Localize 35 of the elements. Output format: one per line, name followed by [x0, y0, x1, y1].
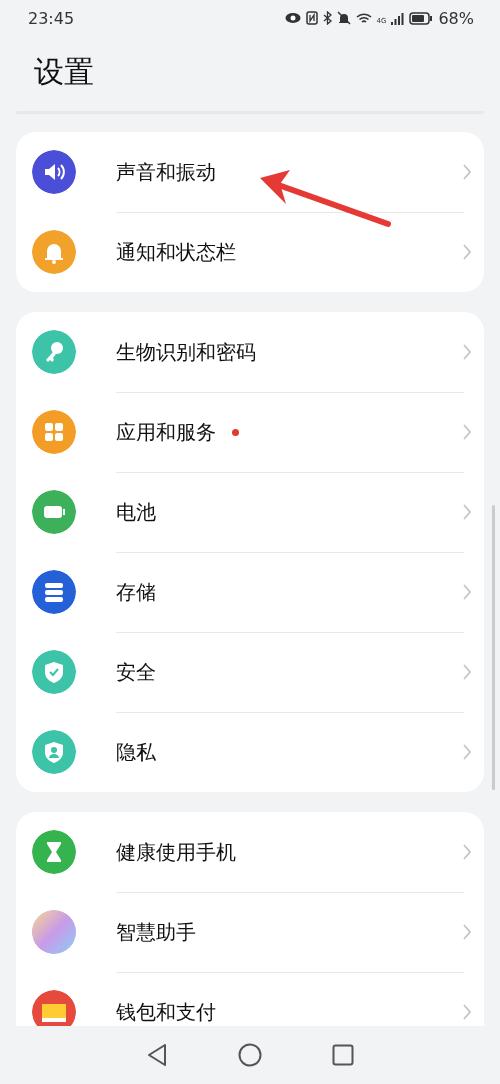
- status-time: 23:45: [28, 8, 75, 28]
- settings-item[interactable]: 安全: [116, 658, 156, 686]
- chevron-icon: [462, 923, 472, 941]
- chevron-icon: [462, 663, 472, 681]
- chevron-icon: [462, 503, 472, 521]
- wifi-icon: [355, 11, 372, 25]
- settings-item[interactable]: 钱包和支付: [116, 998, 216, 1026]
- nfc-icon: [305, 11, 318, 25]
- settings-item[interactable]: 生物识别和密码: [116, 338, 256, 366]
- chevron-icon: [462, 343, 472, 361]
- bluetooth-icon: [322, 11, 332, 25]
- chevron-icon: [462, 163, 472, 181]
- settings-item[interactable]: 智慧助手: [116, 918, 196, 946]
- back-icon[interactable]: [146, 1043, 168, 1067]
- page-title: 设置: [33, 53, 95, 91]
- settings-item[interactable]: 健康使用手机: [116, 838, 236, 866]
- chevron-icon: [462, 743, 472, 761]
- recents-icon[interactable]: [332, 1044, 354, 1066]
- chevron-icon: [462, 843, 472, 861]
- chevron-icon: [462, 583, 472, 601]
- battery-icon: [409, 11, 434, 25]
- settings-item[interactable]: 应用和服务: [116, 418, 216, 446]
- settings-item[interactable]: 隐私: [116, 738, 156, 766]
- chevron-icon: [462, 423, 472, 441]
- settings-item[interactable]: 电池: [116, 498, 156, 526]
- eye-icon: [284, 12, 301, 24]
- chevron-icon: [462, 1003, 472, 1021]
- battery-percent: 68%: [438, 8, 474, 28]
- muted-bell-icon: [336, 11, 351, 25]
- settings-item[interactable]: 通知和状态栏: [116, 238, 236, 266]
- signal-icon: [391, 11, 405, 25]
- chevron-icon: [462, 243, 472, 261]
- settings-item[interactable]: 存储: [116, 578, 156, 606]
- home-icon[interactable]: [238, 1043, 262, 1067]
- settings-item[interactable]: 声音和振动: [116, 158, 216, 186]
